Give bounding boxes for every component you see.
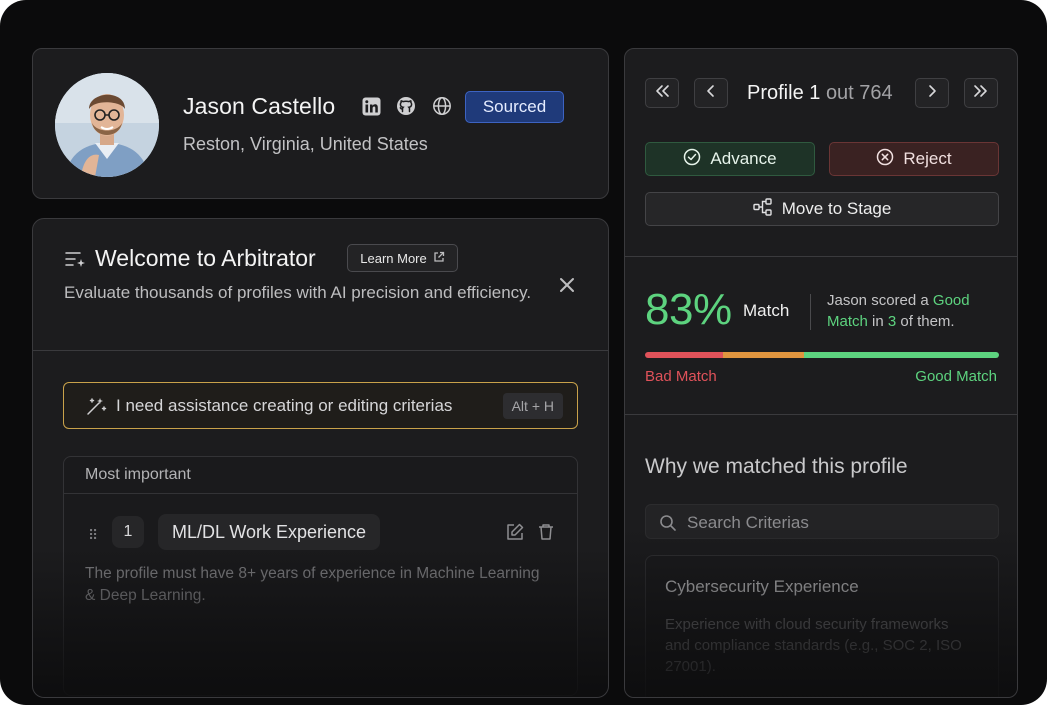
- move-to-stage-label: Move to Stage: [781, 199, 892, 218]
- reject-button[interactable]: Reject: [829, 142, 999, 176]
- chevron-left-icon: [706, 84, 716, 103]
- match-bar-segment: [722, 352, 805, 358]
- summary-count: 3: [887, 313, 897, 330]
- criteria-number: 1: [112, 516, 144, 548]
- summary-suffix: of them.: [896, 313, 955, 330]
- match-percentage: 83%: [645, 285, 732, 334]
- review-panel: Profile 1 out 764 Advance Reject Move to…: [624, 48, 1018, 698]
- candidate-name: Jason Castello: [183, 93, 336, 119]
- drag-handle-icon[interactable]: ⠿: [88, 527, 98, 544]
- chevrons-right-icon: [973, 84, 989, 103]
- keyboard-shortcut: Alt + H: [502, 393, 563, 419]
- reject-label: Reject: [903, 149, 952, 168]
- divider: [625, 414, 1017, 415]
- first-profile-button[interactable]: [645, 78, 679, 108]
- divider: [33, 350, 608, 351]
- criteria-list: Most important ⠿ 1 ML/DL Work Experience…: [63, 456, 578, 696]
- app-frame: Jason Castello Sourced Reston, Virginia,…: [0, 0, 1047, 705]
- why-matched-title: Why we matched this profile: [645, 455, 908, 478]
- last-profile-button[interactable]: [964, 78, 998, 108]
- summary-mid: in: [867, 313, 888, 330]
- avatar: [55, 73, 159, 177]
- profile-card: Jason Castello Sourced Reston, Virginia,…: [32, 48, 609, 199]
- check-circle-icon: [683, 148, 701, 171]
- next-profile-button[interactable]: [915, 78, 949, 108]
- search-placeholder: Search Criterias: [687, 513, 809, 532]
- criteria-section-title: Most important: [85, 466, 191, 483]
- ai-list-icon: [65, 250, 87, 270]
- match-scale-bar: [645, 352, 999, 358]
- external-link-icon: [433, 251, 445, 266]
- welcome-description: Evaluate thousands of profiles with AI p…: [64, 283, 532, 302]
- previous-profile-button[interactable]: [694, 78, 728, 108]
- ai-assist-input[interactable]: I need assistance creating or editing cr…: [63, 382, 578, 429]
- chevron-right-icon: [927, 84, 937, 103]
- linkedin-icon[interactable]: [360, 95, 382, 117]
- summary-prefix: Jason scored a: [827, 292, 933, 309]
- welcome-card: Welcome to Arbitrator Learn More Evaluat…: [32, 218, 609, 698]
- trash-icon[interactable]: [536, 522, 556, 542]
- matched-criteria-description: Experience with cloud security framework…: [665, 616, 962, 675]
- x-circle-icon: [876, 148, 894, 171]
- good-match-label: Good Match: [915, 368, 997, 385]
- match-summary: Jason scored a Good Match in 3 of them.: [827, 290, 1007, 332]
- criteria-description: The profile must have 8+ years of experi…: [85, 565, 540, 604]
- globe-icon[interactable]: [431, 95, 453, 117]
- criteria-section-header: Most important: [64, 457, 577, 494]
- magic-wand-icon: [85, 395, 107, 417]
- close-icon[interactable]: [555, 273, 579, 297]
- edit-icon[interactable]: [505, 522, 525, 542]
- match-bar-segment: [645, 352, 723, 358]
- matched-criteria-card[interactable]: Cybersecurity Experience Experience with…: [645, 555, 999, 697]
- welcome-title: Welcome to Arbitrator: [95, 245, 316, 271]
- github-icon[interactable]: [395, 95, 417, 117]
- match-label: Match: [743, 301, 790, 320]
- match-bar-segment: [804, 352, 999, 358]
- profile-total: out 764: [825, 82, 893, 104]
- advance-button[interactable]: Advance: [645, 142, 815, 176]
- profile-pager: Profile 1 out 764: [747, 82, 893, 105]
- search-icon: [659, 514, 677, 537]
- chevrons-left-icon: [654, 84, 670, 103]
- workflow-icon: [752, 197, 773, 221]
- learn-more-button[interactable]: Learn More: [347, 244, 458, 272]
- move-to-stage-button[interactable]: Move to Stage: [645, 192, 999, 226]
- criteria-title: ML/DL Work Experience: [158, 514, 381, 550]
- search-criterias-input[interactable]: Search Criterias: [645, 504, 999, 539]
- ai-assist-text: I need assistance creating or editing cr…: [116, 396, 453, 415]
- vertical-divider: [810, 294, 811, 330]
- status-badge: Sourced: [465, 91, 564, 123]
- profile-index: Profile 1: [747, 82, 821, 104]
- candidate-location: Reston, Virginia, United States: [183, 134, 428, 154]
- matched-criteria-title: Cybersecurity Experience: [665, 577, 859, 596]
- learn-more-label: Learn More: [360, 250, 427, 266]
- divider: [625, 256, 1017, 257]
- advance-label: Advance: [710, 149, 777, 168]
- bad-match-label: Bad Match: [645, 368, 717, 385]
